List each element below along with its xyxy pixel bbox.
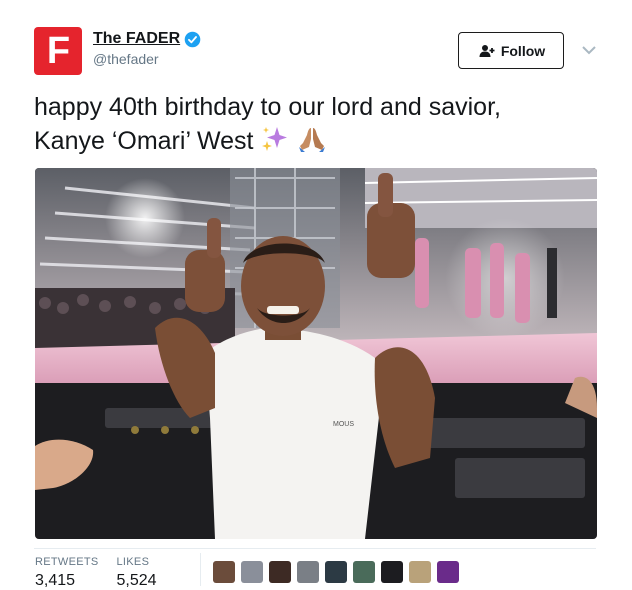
tweet-text-line1: happy 40th birthday to our lord and savi… (34, 93, 501, 121)
retweets-count: 3,415 (35, 572, 76, 589)
liker-avatar[interactable] (437, 561, 459, 583)
stats-separator (200, 553, 201, 586)
user-info: The FADER @thefader (93, 30, 201, 67)
retweets-stat[interactable]: RETWEETS 3,415 (35, 556, 99, 590)
stats-divider (34, 548, 596, 549)
sparkles-icon (262, 127, 288, 151)
liker-avatar[interactable] (353, 561, 375, 583)
follow-button[interactable]: Follow (458, 32, 564, 69)
tweet-text-line2: Kanye ‘Omari’ West (34, 127, 254, 155)
likes-stat[interactable]: LIKES 5,524 (117, 556, 157, 590)
chevron-down-icon[interactable] (581, 44, 597, 56)
user-handle[interactable]: @thefader (93, 51, 201, 67)
liker-avatar[interactable] (241, 561, 263, 583)
avatar[interactable]: F (34, 27, 82, 75)
likes-label: LIKES (116, 556, 150, 568)
shirt-print: MOUS (333, 421, 354, 428)
verified-badge-icon (184, 31, 201, 47)
liker-avatar[interactable] (297, 561, 319, 583)
tweet-stats: RETWEETS 3,415 LIKES 5,524 (35, 556, 175, 590)
tweet-text: happy 40th birthday to our lord and savi… (34, 90, 594, 158)
avatar-letter: F (46, 30, 70, 72)
likers-avatars (213, 561, 465, 583)
praying-hands-icon (299, 128, 326, 152)
liker-avatar[interactable] (409, 561, 431, 583)
liker-avatar[interactable] (269, 561, 291, 583)
liker-avatar[interactable] (213, 561, 235, 583)
photo-scene: MOUS (35, 168, 597, 539)
add-user-icon (479, 44, 495, 57)
likes-count: 5,524 (116, 572, 157, 589)
liker-avatar[interactable] (381, 561, 403, 583)
retweets-label: RETWEETS (35, 556, 99, 568)
liker-avatar[interactable] (325, 561, 347, 583)
tweet-photo[interactable]: MOUS (35, 168, 597, 539)
display-name[interactable]: The FADER (93, 30, 180, 48)
follow-label: Follow (500, 42, 546, 59)
